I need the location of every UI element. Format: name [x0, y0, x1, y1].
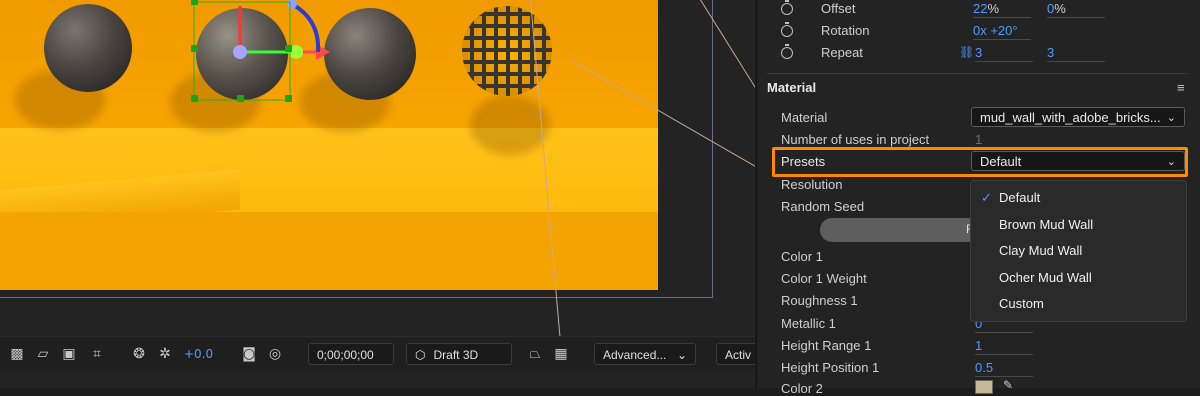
rotation-value[interactable]: 0x +20°: [973, 23, 1031, 40]
renderer-dropdown[interactable]: Advanced... ⌄: [594, 343, 696, 365]
show-snapshot-icon[interactable]: ◎: [266, 345, 284, 363]
height-position1-value[interactable]: 0.5: [975, 360, 1033, 377]
uses-label: Number of uses in project: [781, 132, 930, 147]
timecode-field[interactable]: 0;00;00;00: [308, 343, 394, 365]
snapshot-icon[interactable]: ◙: [240, 345, 258, 363]
material-section-title: Material: [767, 80, 817, 95]
active-camera-dropdown[interactable]: Activ: [716, 343, 755, 365]
channel-color-icon[interactable]: ❂: [130, 345, 148, 363]
transparency-grid-icon[interactable]: ▩: [8, 345, 26, 363]
menu-item-custom[interactable]: Custom: [999, 296, 1044, 311]
draft-3d-button[interactable]: ⬡ Draft 3D: [406, 343, 512, 365]
composition-viewer[interactable]: ▩ ▱ ▣ ⌗ ❂ ✲ +0.0 ◙ ◎ 0;00;00;00 ⬡ Draft 3…: [0, 0, 755, 388]
cube-icon: ⬡: [415, 348, 426, 362]
checkmark-icon: ✓: [981, 190, 992, 205]
eyedropper-icon[interactable]: ✎: [1003, 378, 1013, 392]
repeat-label: Repeat: [821, 45, 863, 60]
offset-label: Offset: [821, 1, 856, 16]
section-divider: [767, 73, 1187, 74]
safe-margins-icon[interactable]: ▣: [60, 345, 78, 363]
roughness1-label: Roughness 1: [781, 293, 858, 308]
color1-label: Color 1: [781, 249, 823, 264]
presets-highlight: [772, 147, 1188, 177]
material-dropdown[interactable]: mud_wall_with_adobe_bricks... ⌄: [971, 107, 1185, 127]
uses-value: 1: [975, 132, 983, 147]
height-position1-label: Height Position 1: [781, 360, 880, 375]
metallic1-label: Metallic 1: [781, 316, 836, 331]
menu-item-ocher-mud-wall[interactable]: Ocher Mud Wall: [999, 270, 1092, 285]
material-label: Material: [781, 110, 828, 125]
menu-item-clay-mud-wall[interactable]: Clay Mud Wall: [999, 243, 1082, 258]
panel-menu-icon[interactable]: ≡: [1177, 80, 1185, 95]
repeat-x-value[interactable]: 3: [975, 45, 1033, 62]
composition-border: [0, 0, 713, 298]
region-of-interest-icon[interactable]: ⌗: [88, 345, 106, 363]
extended-viewer-icon[interactable]: ▦: [552, 345, 570, 363]
stopwatch-icon[interactable]: [781, 22, 793, 37]
randomize-button[interactable]: R: [820, 218, 980, 242]
mask-outline-icon[interactable]: ▱: [34, 345, 52, 363]
menu-item-brown-mud-wall[interactable]: Brown Mud Wall: [999, 217, 1093, 232]
random-seed-label: Random Seed: [781, 199, 865, 214]
color1-weight-label: Color 1 Weight: [781, 271, 867, 286]
reset-exposure-icon[interactable]: ✲: [156, 345, 174, 363]
3d-ground-plane-icon[interactable]: ⏢: [526, 345, 544, 363]
height-range1-label: Height Range 1: [781, 338, 872, 353]
chevron-down-icon: ⌄: [676, 348, 687, 362]
resolution-label: Resolution: [781, 177, 843, 192]
exposure-value[interactable]: +0.0: [184, 347, 213, 361]
presets-menu: ✓ Default Brown Mud Wall Clay Mud Wall O…: [970, 180, 1187, 322]
repeat-y-value[interactable]: 3: [1047, 45, 1105, 62]
offset-y-value[interactable]: 0%: [1047, 1, 1105, 18]
offset-x-value[interactable]: 22%: [973, 1, 1031, 18]
stopwatch-icon[interactable]: [781, 0, 793, 15]
menu-item-default[interactable]: Default: [999, 190, 1040, 205]
color2-swatch[interactable]: [975, 380, 993, 394]
link-icon[interactable]: ⛓: [959, 45, 974, 59]
rotation-label: Rotation: [821, 23, 870, 38]
stopwatch-icon[interactable]: [781, 44, 793, 59]
color2-label: Color 2: [781, 381, 823, 396]
height-range1-value[interactable]: 1: [975, 338, 1033, 355]
viewer-toolbar: ▩ ▱ ▣ ⌗ ❂ ✲ +0.0 ◙ ◎ 0;00;00;00 ⬡ Draft 3…: [0, 336, 755, 371]
chevron-down-icon: ⌄: [1166, 112, 1176, 124]
